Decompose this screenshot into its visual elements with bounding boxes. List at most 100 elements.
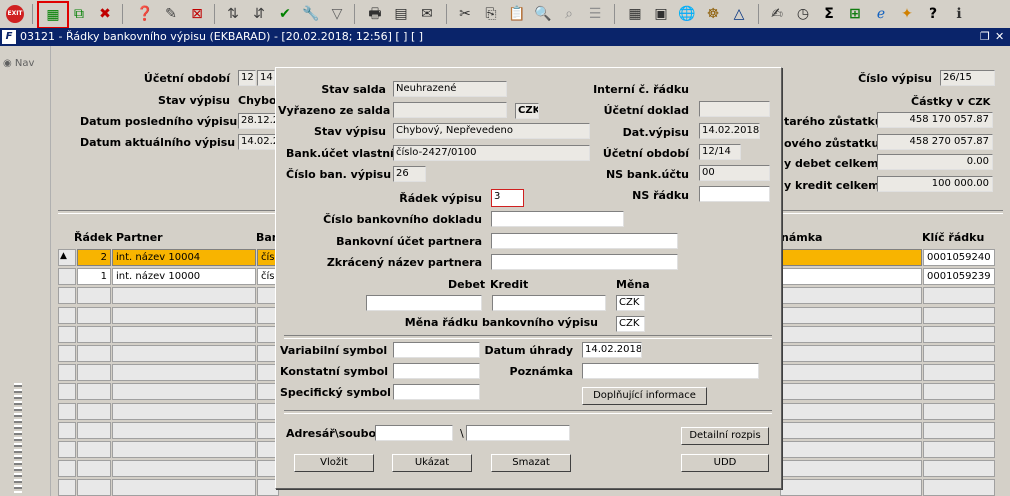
grid-cell-radek[interactable] xyxy=(77,441,111,458)
doplnujici-informace-button[interactable]: Doplňující informace xyxy=(582,387,707,405)
grid-cell-radek[interactable] xyxy=(77,326,111,343)
sum-button[interactable]: Σ xyxy=(818,3,840,25)
info-button[interactable]: ℹ xyxy=(948,3,970,25)
grid-cell-poznamka[interactable] xyxy=(780,249,922,266)
cut-button[interactable]: ✂ xyxy=(454,3,476,25)
udd-button[interactable]: UDD xyxy=(681,454,769,472)
variabilni-symbol-input[interactable] xyxy=(393,342,480,358)
grid-cell-klic[interactable] xyxy=(923,441,995,458)
grid-cell-partner[interactable] xyxy=(112,403,256,420)
grid-cell-poznamka[interactable] xyxy=(780,460,922,477)
ukazat-button[interactable]: Ukázat xyxy=(392,454,472,472)
calendar-button[interactable]: ▣ xyxy=(650,3,672,25)
grid-cell-radek[interactable] xyxy=(77,287,111,304)
globe-button[interactable]: 🌐 xyxy=(676,3,698,25)
row-indicator[interactable] xyxy=(58,307,76,324)
grid-cell-poznamka[interactable] xyxy=(780,441,922,458)
edit-note-button[interactable]: ✍ xyxy=(766,3,788,25)
mena-radku-input[interactable]: CZK xyxy=(616,316,645,332)
row-indicator[interactable] xyxy=(58,345,76,362)
print-preview-button[interactable]: ▤ xyxy=(390,3,412,25)
grid-cell-poznamka[interactable] xyxy=(780,479,922,496)
grid-cell-klic[interactable] xyxy=(923,307,995,324)
grid-cell-partner[interactable] xyxy=(112,326,256,343)
specificky-symbol-input[interactable] xyxy=(393,384,480,400)
filter-button[interactable]: ▽ xyxy=(326,3,348,25)
exit-button[interactable]: EXIT xyxy=(4,3,26,25)
grid-cell-partner[interactable] xyxy=(112,422,256,439)
cislo-bank-dokladu-input[interactable] xyxy=(491,211,624,227)
grid-cell-radek[interactable] xyxy=(77,383,111,400)
grid-cell-partner[interactable] xyxy=(112,441,256,458)
grid-cell-radek[interactable] xyxy=(77,460,111,477)
grid-cell-partner[interactable]: int. název 10004 xyxy=(112,249,256,266)
grid-cell-poznamka[interactable] xyxy=(780,287,922,304)
vlozit-button[interactable]: Vložit xyxy=(294,454,374,472)
cancel-query-button[interactable]: ⊠ xyxy=(186,3,208,25)
help-button[interactable]: ? xyxy=(922,3,944,25)
grid-cell-radek[interactable] xyxy=(77,364,111,381)
grid-cell-radek[interactable] xyxy=(77,345,111,362)
adresar-input[interactable] xyxy=(375,425,453,441)
grid-cell-partner[interactable] xyxy=(112,307,256,324)
list-button[interactable]: ☰ xyxy=(584,3,606,25)
grid-cell-poznamka[interactable] xyxy=(780,422,922,439)
triangle-button[interactable]: △ xyxy=(728,3,750,25)
grid-cell-klic[interactable] xyxy=(923,479,995,496)
grid-cell-klic[interactable] xyxy=(923,422,995,439)
wizard-button[interactable]: ✦ xyxy=(896,3,918,25)
konstantni-symbol-input[interactable] xyxy=(393,363,480,379)
grid-cell-poznamka[interactable] xyxy=(780,364,922,381)
new-record-button[interactable]: ▦ xyxy=(37,1,69,29)
grid-cell-radek[interactable]: 1 xyxy=(77,268,111,285)
print-button[interactable]: 🖶 xyxy=(364,3,386,25)
grid-cell-poznamka[interactable] xyxy=(780,383,922,400)
grid-cell-klic[interactable] xyxy=(923,460,995,477)
row-indicator[interactable] xyxy=(58,460,76,477)
find-replace-button[interactable]: ⌕ xyxy=(558,3,580,25)
row-indicator[interactable] xyxy=(58,287,76,304)
grid-cell-partner[interactable] xyxy=(112,460,256,477)
grid-cell-klic[interactable] xyxy=(923,383,995,400)
mena-input[interactable]: CZK xyxy=(616,295,645,311)
copy-record-button[interactable]: ⧉ xyxy=(68,3,90,25)
ns-radku-input[interactable] xyxy=(699,186,770,202)
delete-record-button[interactable]: ✖ xyxy=(94,3,116,25)
poznamka-input[interactable] xyxy=(582,363,759,379)
detailni-rozpis-button[interactable]: Detailní rozpis xyxy=(681,427,769,445)
grid-cell-partner[interactable] xyxy=(112,364,256,381)
row-indicator[interactable] xyxy=(58,268,76,285)
soubor-input[interactable] xyxy=(466,425,570,441)
grid-cell-radek[interactable]: 2 xyxy=(77,249,111,266)
grid-cell-partner[interactable] xyxy=(112,479,256,496)
grid-cell-klic[interactable]: 0001059240 xyxy=(923,249,995,266)
confirm-button[interactable]: ✔ xyxy=(274,3,296,25)
find-button[interactable]: 🔍 xyxy=(532,3,554,25)
grid-cell-poznamka[interactable] xyxy=(780,326,922,343)
radek-vypisu-input[interactable]: 3 xyxy=(491,189,524,207)
sort-asc-button[interactable]: ⇅ xyxy=(222,3,244,25)
grid-cell-klic[interactable] xyxy=(923,287,995,304)
grid-cell-klic[interactable] xyxy=(923,345,995,362)
grid-cell-radek[interactable] xyxy=(77,307,111,324)
mail-button[interactable]: ✉ xyxy=(416,3,438,25)
row-indicator[interactable] xyxy=(58,326,76,343)
restore-window-icon[interactable]: ❐ xyxy=(980,30,990,43)
grid-cell-radek[interactable] xyxy=(77,403,111,420)
smazat-button[interactable]: Smazat xyxy=(491,454,571,472)
bank-ucet-partnera-input[interactable] xyxy=(491,233,678,249)
query-edit-button[interactable]: ✎ xyxy=(160,3,182,25)
grid-cell-poznamka[interactable] xyxy=(780,307,922,324)
grid-cell-klic[interactable] xyxy=(923,364,995,381)
navigator-button[interactable]: ☸ xyxy=(702,3,724,25)
grid-cell-radek[interactable] xyxy=(77,422,111,439)
grid-cell-poznamka[interactable] xyxy=(780,345,922,362)
nav-radio[interactable]: ◉ Nav xyxy=(3,58,34,69)
row-indicator[interactable] xyxy=(58,479,76,496)
grid-cell-partner[interactable] xyxy=(112,383,256,400)
grid-cell-klic[interactable]: 0001059239 xyxy=(923,268,995,285)
grid-cell-poznamka[interactable] xyxy=(780,268,922,285)
row-indicator[interactable] xyxy=(58,441,76,458)
grid-cell-partner[interactable] xyxy=(112,345,256,362)
grid-cell-radek[interactable] xyxy=(77,479,111,496)
